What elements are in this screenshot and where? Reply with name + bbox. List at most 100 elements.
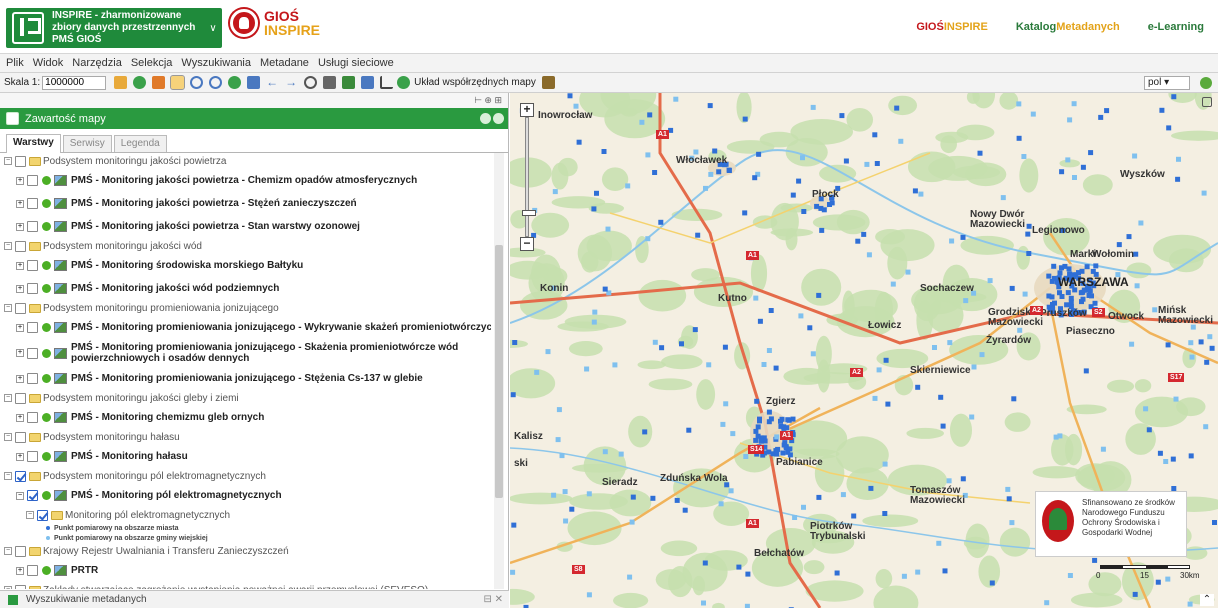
layer-item[interactable]: − PMŚ - Monitoring pól elektromagnetyczny… [4,484,491,507]
layer-group[interactable]: − Podsystem monitoringu pól elektromagnet… [4,468,491,484]
layer-checkbox[interactable] [15,470,26,482]
layer-checkbox[interactable] [27,221,38,232]
expand-toggle-icon[interactable]: + [16,566,24,575]
layer-group[interactable]: − Podsystem monitoringu hałasu [4,429,491,445]
layer-checkbox[interactable] [27,451,38,462]
layer-checkbox[interactable] [15,584,26,589]
panel-close-icon[interactable] [493,113,504,124]
layer-group[interactable]: − Monitoring pól elektromagnetycznych [4,507,491,523]
help-icon[interactable] [1200,77,1212,89]
expand-toggle-icon[interactable]: − [4,242,12,250]
info-icon[interactable] [133,76,147,89]
coordinates-icon[interactable] [397,76,411,89]
layer-item[interactable]: + PMŚ - Monitoring jakości powietrza - St… [4,215,491,238]
expand-toggle-icon[interactable]: + [16,176,24,185]
layer-checkbox[interactable] [27,198,38,209]
expand-toggle-icon[interactable]: + [16,284,24,293]
layer-group[interactable]: − Podsystem monitoringu jakości wód [4,238,491,254]
layer-checkbox[interactable] [15,545,26,557]
expand-toggle-icon[interactable]: + [16,261,24,270]
forward-arrow-icon[interactable]: → [285,76,298,89]
map-view[interactable]: Inowrocław Włocławek Płock Wyszków Nowy Dwór… [510,93,1218,608]
expand-toggle-icon[interactable]: − [4,433,12,441]
brand-dropdown[interactable]: INSPIRE - zharmonizowane zbiory danych p… [6,8,222,48]
export-map-icon[interactable] [342,76,356,89]
layer-checkbox[interactable] [15,392,26,404]
layer-checkbox[interactable] [15,155,26,167]
expand-toggle-icon[interactable]: − [16,491,24,500]
map-overview-toggle-icon[interactable] [1202,97,1212,107]
zoom-control[interactable]: + − [520,103,536,251]
expand-toggle-icon[interactable]: − [4,586,12,589]
layer-item[interactable]: + PMŚ - Monitoring jakości wód podziemnyc… [4,277,491,300]
layer-item[interactable]: + PMŚ - Monitoring promieniowania jonizuj… [4,367,491,390]
expand-toggle-icon[interactable]: + [16,222,24,231]
expand-toggle-icon[interactable]: − [4,304,12,312]
menu-plik[interactable]: Plik [6,57,24,69]
layer-checkbox[interactable] [27,565,38,576]
chevron-down-icon[interactable]: ∨ [206,23,220,34]
layer-item[interactable]: + PMŚ - Monitoring chemizmu gleb ornych [4,406,491,429]
layer-item[interactable]: + PRTR [4,559,491,582]
layer-checkbox[interactable] [27,283,38,294]
scrollbar-thumb[interactable] [495,245,503,498]
pan-hand-icon[interactable] [170,75,186,90]
gios-inspire-logo[interactable]: GIOŚ INSPIRE [230,9,320,37]
expand-toggle-icon[interactable]: + [16,349,24,357]
tab-legenda[interactable]: Legenda [113,135,167,152]
layer-checkbox[interactable] [27,175,38,186]
layer-item[interactable]: + PMŚ - Monitoring hałasu [4,445,491,468]
expand-toggle-icon[interactable]: − [26,511,34,519]
layer-tree-scrollbar[interactable] [494,153,504,589]
metadata-search-bar[interactable]: Wyszukiwanie metadanych ⊟ ✕ [0,590,509,608]
layer-checkbox[interactable] [15,302,26,314]
table-icon[interactable] [541,76,555,89]
coordinate-system-label[interactable]: Układ współrzędnych mapy [414,77,536,88]
link-e-learning[interactable]: e-Learning [1134,21,1218,33]
layer-group[interactable]: − Zakłady stwarzające zagrożenie wystąpie… [4,582,491,589]
chevron-up-icon[interactable]: ⌃ [1200,594,1214,606]
scale-input[interactable] [42,75,107,90]
expand-toggle-icon[interactable]: − [4,394,12,402]
expand-toggle-icon[interactable]: + [16,374,24,383]
menu-widok[interactable]: Widok [33,57,64,69]
layer-item[interactable]: + PMŚ - Monitoring środowiska morskiego B… [4,254,491,277]
layer-group[interactable]: − Podsystem monitoringu jakości gleby i z… [4,390,491,406]
layer-item[interactable]: + PMŚ - Monitoring promieniowania jonizuj… [4,316,491,339]
panel-minimize-icon[interactable] [480,113,491,124]
expand-toggle-icon[interactable]: − [4,157,12,165]
home-icon[interactable] [114,76,128,89]
expand-toggle-icon[interactable]: + [16,413,24,422]
refresh-icon[interactable] [304,76,318,89]
layer-checkbox[interactable] [27,412,38,423]
layer-checkbox[interactable] [37,509,48,521]
zoom-in-icon[interactable] [190,76,204,89]
menu-wyszukiwania[interactable]: Wyszukiwania [181,57,251,69]
footer-window-icons[interactable]: ⊟ ✕ [483,594,503,605]
zoom-in-button[interactable]: + [520,103,534,117]
layer-group[interactable]: − Podsystem monitoringu promieniowania jo… [4,300,491,316]
layer-item[interactable]: + PMŚ - Monitoring jakości powietrza - St… [4,192,491,215]
expand-toggle-icon[interactable]: + [16,199,24,208]
measure-icon[interactable] [380,76,394,89]
zoom-slider-handle[interactable] [522,210,536,216]
layer-group[interactable]: − Krajowy Rejestr Uwalniania i Transferu … [4,543,491,559]
menu-metadane[interactable]: Metadane [260,57,309,69]
zoom-slider[interactable] [522,117,536,237]
menu-selekcja[interactable]: Selekcja [131,57,173,69]
layer-item[interactable]: + PMŚ - Monitoring jakości powietrza - Ch… [4,169,491,192]
expand-toggle-icon[interactable]: − [4,472,12,480]
back-arrow-icon[interactable]: ← [266,76,279,89]
layer-item[interactable]: + PMŚ - Monitoring promieniowania jonizuj… [4,339,491,367]
expand-toggle-icon[interactable]: − [4,547,12,555]
link-gios-inspire[interactable]: GIOŚINSPIRE [902,21,1002,33]
layer-group[interactable]: − Podsystem monitoringu jakości powietrza [4,153,491,169]
layer-checkbox[interactable] [27,347,38,359]
search-globe-icon[interactable] [361,76,375,89]
panel-top-tools[interactable]: ⊢ ⊕ ⊞ [0,93,508,108]
print-icon[interactable] [323,76,337,89]
expand-toggle-icon[interactable]: + [16,323,24,332]
layer-checkbox[interactable] [27,373,38,384]
menu-narzedzia[interactable]: Narzędzia [72,57,122,69]
link-katalog-metadanych[interactable]: KatalogMetadanych [1002,21,1134,33]
